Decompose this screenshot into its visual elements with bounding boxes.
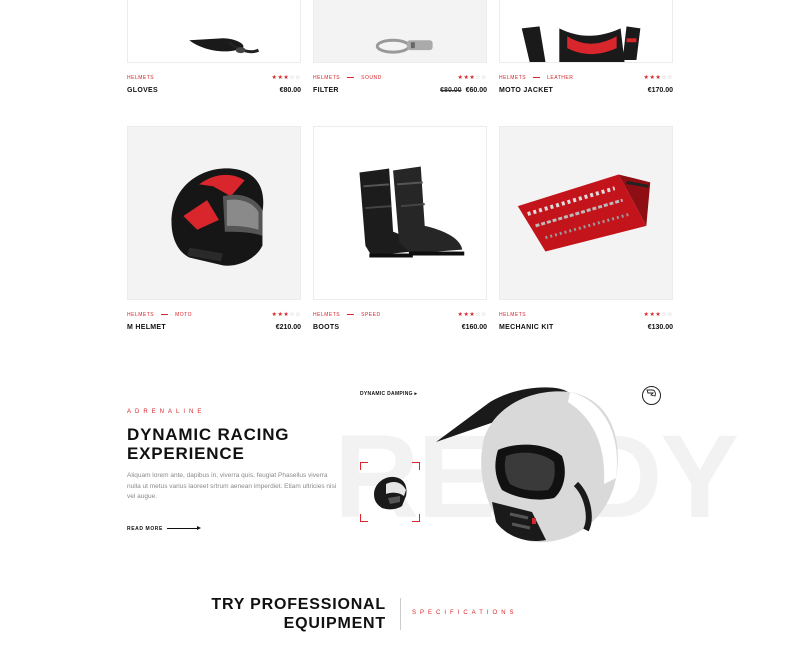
rating-stars: ★★★☆☆ (644, 74, 673, 81)
star-icon: ☆ (295, 75, 301, 81)
product-image-filter[interactable] (313, 0, 487, 63)
product-card[interactable]: Helmets Leather ★★★☆☆ Moto Jacket €170.00 (499, 0, 673, 94)
product-name[interactable]: Mechanic Kit (499, 324, 554, 331)
product-price: €160.00 (461, 324, 487, 331)
product-category[interactable]: Helmets Leather (499, 75, 573, 81)
boots-illustration (359, 166, 465, 258)
product-image-toolkit[interactable] (499, 126, 673, 300)
helmet-illustration (171, 168, 264, 266)
product-category[interactable]: Helmets Sound (313, 75, 382, 81)
product-name[interactable]: Gloves (127, 87, 158, 94)
star-icon: ☆ (481, 75, 487, 81)
equipment-title: Try Professional Equipment (190, 595, 386, 633)
read-more-link[interactable]: Read More (127, 526, 163, 532)
rating-stars: ★★★☆☆ (644, 311, 673, 318)
product-card[interactable]: Helmets Sound ★★★☆☆ Filter €80.00 €60.00 (313, 0, 487, 94)
product-name[interactable]: Boots (313, 324, 339, 331)
jacket-illustration (521, 26, 641, 62)
frame-corner (360, 462, 368, 470)
equipment-title-line1: Try Professional (211, 596, 386, 613)
frame-corner (412, 462, 420, 470)
feature-title-line1: Dynamic Racing (127, 425, 290, 444)
product-category[interactable]: Helmets (499, 312, 526, 318)
arrow-head-icon (197, 526, 201, 530)
frame-corner (412, 514, 420, 522)
product-image-gloves[interactable] (127, 0, 301, 63)
filter-illustration (375, 38, 433, 54)
product-price: €170.00 (647, 87, 673, 94)
product-name[interactable]: Filter (313, 87, 339, 94)
hotspot-label[interactable]: Dynamic Damping ▸ (360, 391, 417, 397)
product-price: €130.00 (647, 324, 673, 331)
section-divider (400, 598, 401, 630)
product-category[interactable]: Helmets Speed (313, 312, 381, 318)
thumbnail-helmet-image (374, 476, 407, 510)
product-price: €210.00 (275, 324, 301, 331)
helmet-thumbnail[interactable] (360, 462, 420, 522)
feature-description: Aliquam lorem ante, dapibus in, viverra … (127, 472, 337, 500)
product-category[interactable]: Helmets (127, 75, 154, 81)
gloves-illustration (189, 38, 260, 54)
star-icon: ☆ (295, 312, 301, 318)
product-name[interactable]: M Helmet (127, 324, 166, 331)
product-image-helmet[interactable] (127, 126, 301, 300)
product-card[interactable]: Helmets Moto ★★★☆☆ M Helmet €210.00 (127, 126, 301, 331)
product-card[interactable]: Helmets ★★★☆☆ Gloves €80.00 (127, 0, 301, 94)
frame-corner (360, 514, 368, 522)
feature-title: Dynamic Racing Experience (127, 425, 289, 463)
rating-stars: ★★★☆☆ (458, 311, 487, 318)
rating-stars: ★★★☆☆ (272, 74, 301, 81)
rating-stars: ★★★☆☆ (272, 311, 301, 318)
rating-stars: ★★★☆☆ (458, 74, 487, 81)
read-more-arrow-icon[interactable] (167, 528, 199, 529)
toolkit-illustration (517, 174, 651, 252)
star-icon: ☆ (667, 312, 673, 318)
equipment-title-line2: Equipment (283, 615, 386, 632)
product-price: €80.00 (279, 87, 301, 94)
star-icon: ☆ (481, 312, 487, 318)
product-category[interactable]: Helmets Moto (127, 312, 192, 318)
featured-helmet-image[interactable] (436, 380, 636, 552)
section-kicker: Adrenaline (127, 409, 206, 415)
feature-title-line2: Experience (127, 444, 245, 463)
product-price: €80.00 €60.00 (440, 87, 487, 94)
brand-logo-icon (642, 386, 661, 405)
specifications-tab[interactable]: Specifications (412, 610, 518, 616)
product-name[interactable]: Moto Jacket (499, 87, 553, 94)
product-card[interactable]: Helmets Speed ★★★☆☆ Boots €160.00 (313, 126, 487, 331)
product-image-jacket[interactable] (499, 0, 673, 63)
product-card[interactable]: Helmets ★★★☆☆ Mechanic Kit €130.00 (499, 126, 673, 331)
product-image-boots[interactable] (313, 126, 487, 300)
play-arrow-icon: ▸ (414, 391, 418, 397)
star-icon: ☆ (667, 75, 673, 81)
